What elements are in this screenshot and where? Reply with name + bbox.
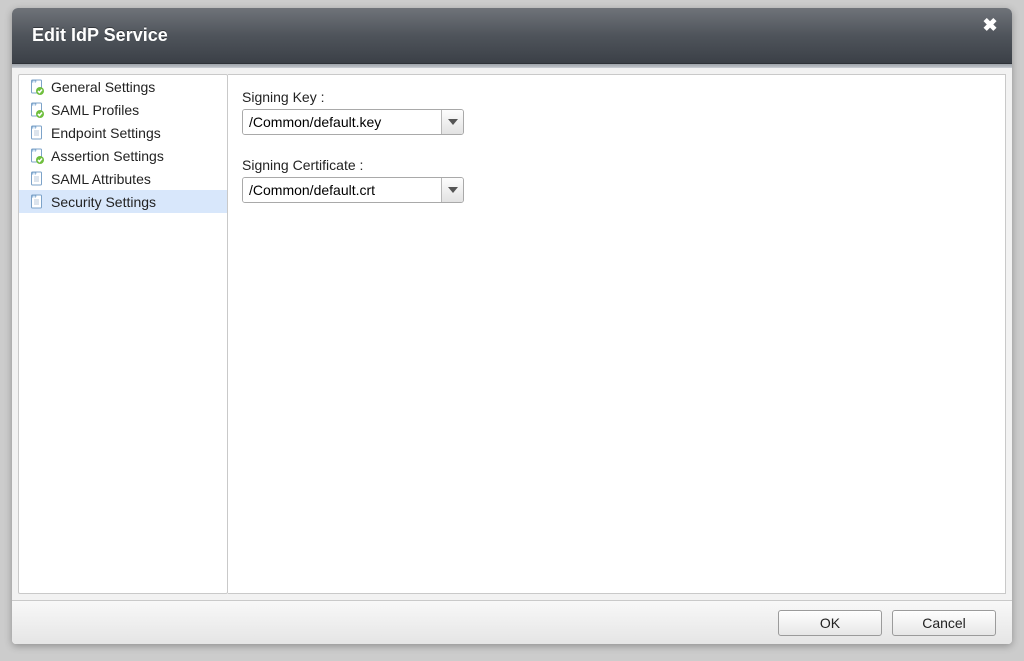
page-done-icon — [29, 102, 45, 118]
form-row-signing-cert: Signing Certificate : — [242, 157, 991, 203]
chevron-down-icon[interactable] — [441, 110, 463, 134]
ok-button[interactable]: OK — [778, 610, 882, 636]
page-done-icon — [29, 79, 45, 95]
cancel-button[interactable]: Cancel — [892, 610, 996, 636]
sidebar-item-label: Endpoint Settings — [51, 125, 161, 141]
sidebar-item-security-settings[interactable]: Security Settings — [19, 190, 227, 213]
form-row-signing-key: Signing Key : — [242, 89, 991, 135]
sidebar-item-label: SAML Attributes — [51, 171, 151, 187]
signing-key-combo[interactable] — [242, 109, 464, 135]
dialog-body: General Settings SAML Profiles — [12, 68, 1012, 600]
signing-cert-input[interactable] — [243, 178, 441, 202]
chevron-down-icon[interactable] — [441, 178, 463, 202]
sidebar-item-saml-attributes[interactable]: SAML Attributes — [19, 167, 227, 190]
signing-cert-label: Signing Certificate : — [242, 157, 991, 173]
sidebar-item-label: General Settings — [51, 79, 155, 95]
signing-key-input[interactable] — [243, 110, 441, 134]
page-icon — [29, 171, 45, 187]
signing-key-label: Signing Key : — [242, 89, 991, 105]
sidebar-item-label: Security Settings — [51, 194, 156, 210]
dialog-footer: OK Cancel — [12, 600, 1012, 644]
page-icon — [29, 194, 45, 210]
page-done-icon — [29, 148, 45, 164]
sidebar-item-endpoint-settings[interactable]: Endpoint Settings — [19, 121, 227, 144]
close-icon[interactable]: ✖ — [980, 16, 1000, 36]
dialog: Edit IdP Service ✖ General Settings — [12, 8, 1012, 644]
sidebar-item-label: Assertion Settings — [51, 148, 164, 164]
label-text: Signing Key — [242, 89, 317, 105]
sidebar-item-label: SAML Profiles — [51, 102, 139, 118]
content-panel: Signing Key : Signing Certificate : — [228, 74, 1006, 594]
sidebar-item-saml-profiles[interactable]: SAML Profiles — [19, 98, 227, 121]
dialog-title: Edit IdP Service — [32, 25, 168, 46]
sidebar-item-general-settings[interactable]: General Settings — [19, 75, 227, 98]
page-icon — [29, 125, 45, 141]
sidebar-item-assertion-settings[interactable]: Assertion Settings — [19, 144, 227, 167]
label-text: Signing Certificate — [242, 157, 356, 173]
titlebar: Edit IdP Service ✖ — [12, 8, 1012, 64]
signing-cert-combo[interactable] — [242, 177, 464, 203]
sidebar: General Settings SAML Profiles — [18, 74, 228, 594]
